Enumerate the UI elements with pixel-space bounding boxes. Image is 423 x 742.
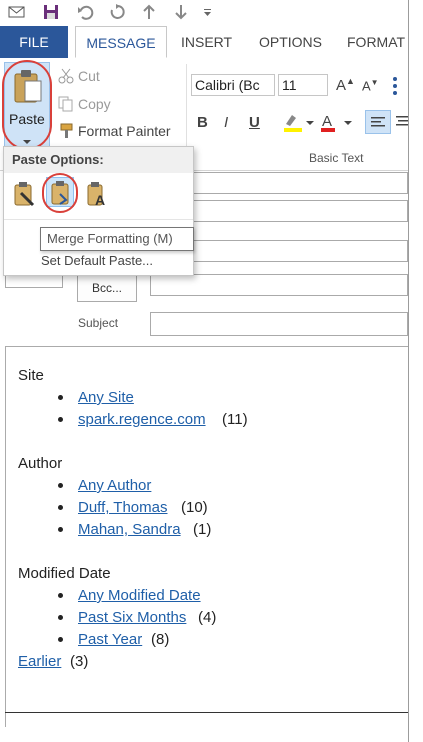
font-color-icon[interactable]: A <box>320 112 356 139</box>
list-bullet <box>58 527 63 532</box>
tab-message[interactable]: MESSAGE <box>75 26 167 58</box>
any-site-link[interactable]: Any Site <box>78 389 134 406</box>
list-bullet <box>58 483 63 488</box>
list-bullet <box>58 417 63 422</box>
list-bullet <box>58 637 63 642</box>
message-body[interactable]: Site Any Site spark.regence.com (11) Aut… <box>5 346 409 727</box>
subject-label: Subject <box>78 316 119 330</box>
cut-button[interactable]: Cut <box>78 68 100 84</box>
redo-icon[interactable] <box>108 3 126 21</box>
copy-button[interactable]: Copy <box>78 96 111 112</box>
list-bullet <box>58 615 63 620</box>
list-bullet <box>58 395 63 400</box>
grow-font-icon[interactable]: A▲ <box>336 76 355 94</box>
tab-file[interactable]: FILE <box>0 26 68 58</box>
bcc-field[interactable] <box>150 274 408 296</box>
undo-icon[interactable] <box>76 3 94 21</box>
keep-source-formatting-icon[interactable] <box>13 181 35 212</box>
bullets-icon[interactable] <box>392 74 406 101</box>
underline-icon[interactable]: U <box>249 114 260 131</box>
mahan-count: (1) <box>193 521 212 538</box>
italic-icon[interactable]: I <box>224 114 228 131</box>
earlier-count: (3) <box>70 653 89 670</box>
svg-text:A: A <box>95 192 105 207</box>
set-default-paste-item[interactable]: Set Default Paste... <box>41 253 153 268</box>
font-size-combobox[interactable]: 11 <box>278 74 328 96</box>
site-heading: Site <box>18 367 44 384</box>
past-year-link[interactable]: Past Year <box>78 631 142 648</box>
font-name-combobox[interactable]: Calibri (Bc <box>191 74 275 96</box>
duff-link[interactable]: Duff, Thomas <box>78 499 168 516</box>
tab-insert[interactable]: INSERT <box>181 26 232 58</box>
modified-date-heading: Modified Date <box>18 565 111 582</box>
subject-field[interactable] <box>150 312 408 336</box>
svg-text:A: A <box>322 113 332 130</box>
copy-icon <box>58 96 74 117</box>
tab-format[interactable]: FORMAT <box>347 26 405 58</box>
spark-link[interactable]: spark.regence.com <box>78 411 206 428</box>
any-modified-date-link[interactable]: Any Modified Date <box>78 587 201 604</box>
duff-count: (10) <box>181 499 208 516</box>
down-arrow-icon[interactable] <box>172 3 190 21</box>
format-painter-icon <box>58 123 74 144</box>
merge-formatting-tooltip: Merge Formatting (M) <box>40 227 194 251</box>
bcc-button[interactable]: Bcc... <box>77 274 137 302</box>
past-year-count: (8) <box>151 631 170 648</box>
tab-options[interactable]: OPTIONS <box>259 26 322 58</box>
list-bullet <box>58 593 63 598</box>
author-heading: Author <box>18 455 63 472</box>
highlight-color-icon[interactable] <box>282 112 316 139</box>
spark-count: (11) <box>222 411 248 428</box>
earlier-link[interactable]: Earlier <box>18 653 61 670</box>
shrink-font-icon[interactable]: A▼ <box>362 78 379 93</box>
paste-options-menu: Paste Options: A Set Default Paste... <box>3 146 194 276</box>
paste-options-header: Paste Options: <box>4 147 193 173</box>
quick-access-toolbar <box>0 0 408 24</box>
merge-highlight-circle <box>42 173 78 213</box>
past-six-months-link[interactable]: Past Six Months <box>78 609 186 626</box>
format-painter-button[interactable]: Format Painter <box>78 123 171 139</box>
signature-divider <box>5 712 408 713</box>
scissors-icon <box>58 68 74 89</box>
bold-icon[interactable]: B <box>197 114 208 131</box>
past-six-months-count: (4) <box>198 609 217 626</box>
mahan-link[interactable]: Mahan, Sandra <box>78 521 181 538</box>
keep-text-only-icon[interactable]: A <box>86 181 110 212</box>
align-center-icon[interactable] <box>396 116 408 135</box>
save-icon[interactable] <box>42 3 60 21</box>
any-author-link[interactable]: Any Author <box>78 477 151 494</box>
message-icon[interactable] <box>8 3 26 21</box>
basic-text-group-label: Basic Text <box>309 151 364 165</box>
ribbon-tab-bar: FILE MESSAGE INSERT OPTIONS FORMAT <box>0 26 408 59</box>
list-bullet <box>58 505 63 510</box>
window-edge <box>408 0 423 742</box>
menu-divider <box>4 219 193 220</box>
up-arrow-icon[interactable] <box>140 3 158 21</box>
paste-highlight-circle <box>2 60 52 150</box>
customize-toolbar-icon[interactable] <box>202 3 220 21</box>
align-left-icon[interactable] <box>365 110 391 134</box>
